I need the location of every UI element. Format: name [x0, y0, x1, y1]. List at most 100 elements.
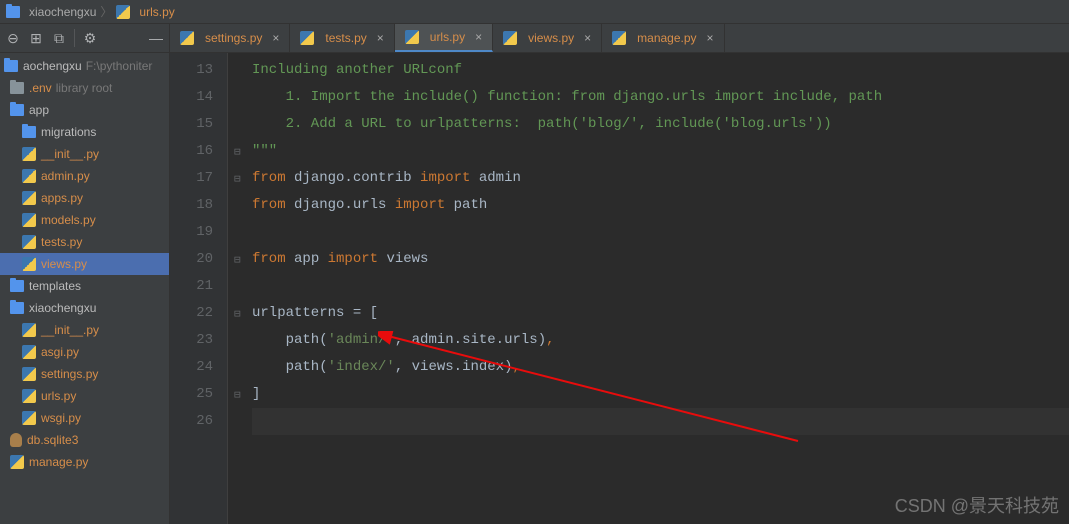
line-number: 16 — [174, 138, 213, 165]
fold-marker-icon[interactable]: ⊟ — [234, 167, 241, 194]
tree-item-db.sqlite3[interactable]: db.sqlite3 — [0, 429, 169, 451]
code-line-19[interactable] — [252, 219, 1069, 246]
python-file-icon — [22, 213, 36, 227]
code-line-20[interactable]: ⊟from app import views — [252, 246, 1069, 273]
fold-marker-icon[interactable]: ⊟ — [234, 248, 241, 275]
tree-item-wsgi.py[interactable]: wsgi.py — [0, 407, 169, 429]
python-file-icon — [10, 455, 24, 469]
hide-button[interactable]: — — [145, 27, 167, 49]
tab-tests.py[interactable]: tests.py × — [290, 24, 394, 52]
breadcrumb-file-label: urls.py — [139, 5, 174, 19]
tree-item-models.py[interactable]: models.py — [0, 209, 169, 231]
tree-item-manage.py[interactable]: manage.py — [0, 451, 169, 473]
code-line-24[interactable]: path('index/', views.index), — [252, 354, 1069, 381]
tree-root[interactable]: aochengxu F:\pythoniter — [0, 55, 169, 77]
database-icon — [10, 433, 22, 447]
folder-icon — [6, 6, 20, 18]
line-number: 22 — [174, 300, 213, 327]
tab-label: tests.py — [325, 31, 366, 45]
code-line-21[interactable] — [252, 273, 1069, 300]
project-tree[interactable]: aochengxu F:\pythoniter .envlibrary root… — [0, 53, 169, 524]
python-file-icon — [300, 31, 314, 45]
python-file-icon — [22, 191, 36, 205]
line-number: 17 — [174, 165, 213, 192]
tree-item-label: asgi.py — [41, 345, 79, 359]
tab-manage.py[interactable]: manage.py × — [602, 24, 724, 52]
tree-item-label: db.sqlite3 — [27, 433, 78, 447]
tree-item-apps.py[interactable]: apps.py — [0, 187, 169, 209]
tab-urls.py[interactable]: urls.py × — [395, 24, 493, 52]
python-file-icon — [22, 389, 36, 403]
line-number: 23 — [174, 327, 213, 354]
tab-label: manage.py — [637, 31, 696, 45]
python-file-icon — [22, 411, 36, 425]
close-icon[interactable]: × — [475, 30, 482, 44]
tree-item-admin.py[interactable]: admin.py — [0, 165, 169, 187]
tree-item-views.py[interactable]: views.py — [0, 253, 169, 275]
tree-item-label: templates — [29, 279, 81, 293]
python-file-icon — [22, 323, 36, 337]
python-file-icon — [22, 235, 36, 249]
line-number: 25 — [174, 381, 213, 408]
tree-item-label: models.py — [41, 213, 96, 227]
collapse-icon: ⊖ — [7, 30, 19, 47]
tree-item-label: views.py — [41, 257, 87, 271]
tree-item-urls.py[interactable]: urls.py — [0, 385, 169, 407]
tree-root-name: aochengxu — [23, 59, 82, 73]
select-opened-button[interactable]: ⧉ — [48, 27, 70, 49]
breadcrumb-folder-label: xiaochengxu — [29, 5, 96, 19]
code-editor[interactable]: 1314151617181920212223242526 Including a… — [170, 53, 1069, 524]
show-modules-icon: ⊞ — [30, 30, 42, 47]
code-line-22[interactable]: ⊟urlpatterns = [ — [252, 300, 1069, 327]
tree-item-migrations[interactable]: migrations — [0, 121, 169, 143]
tree-item-label: .env — [29, 81, 52, 95]
tree-item-label: wsgi.py — [41, 411, 81, 425]
tab-views.py[interactable]: views.py× — [493, 24, 602, 52]
code-line-18[interactable]: from django.urls import path — [252, 192, 1069, 219]
close-icon[interactable]: × — [272, 31, 279, 45]
settings-button[interactable]: ⚙ — [79, 27, 101, 49]
code-line-23[interactable]: path('admin/', admin.site.urls), — [252, 327, 1069, 354]
close-icon[interactable]: × — [707, 31, 714, 45]
tab-settings.py[interactable]: settings.py× — [170, 24, 290, 52]
python-file-icon — [22, 367, 36, 381]
collapse-all-button[interactable]: ⊖ — [2, 27, 24, 49]
code-line-25[interactable]: ⊟] — [252, 381, 1069, 408]
code-line-15[interactable]: 2. Add a URL to urlpatterns: path('blog/… — [252, 111, 1069, 138]
editor-tabs: settings.py×tests.py×urls.py×views.py×ma… — [170, 24, 1069, 53]
fold-marker-icon[interactable]: ⊟ — [234, 140, 241, 167]
tree-item-xiaochengxu[interactable]: xiaochengxu — [0, 297, 169, 319]
folder-icon — [10, 82, 24, 94]
code-content[interactable]: Including another URLconf 1. Import the … — [228, 53, 1069, 524]
tree-item-.env[interactable]: .envlibrary root — [0, 77, 169, 99]
project-toolbar: ⊖ ⊞ ⧉ ⚙ — — [0, 24, 169, 53]
line-number: 24 — [174, 354, 213, 381]
code-line-16[interactable]: ⊟""" — [252, 138, 1069, 165]
python-file-icon — [116, 5, 130, 19]
code-line-26[interactable] — [252, 408, 1069, 435]
tree-item-asgi.py[interactable]: asgi.py — [0, 341, 169, 363]
tree-item-__init__.py[interactable]: __init__.py — [0, 143, 169, 165]
tree-item-label: admin.py — [41, 169, 90, 183]
tree-item-__init__.py[interactable]: __init__.py — [0, 319, 169, 341]
code-line-17[interactable]: ⊟from django.contrib import admin — [252, 165, 1069, 192]
breadcrumb-folder[interactable]: xiaochengxu — [6, 5, 96, 19]
show-modules-button[interactable]: ⊞ — [25, 27, 47, 49]
breadcrumb-file[interactable]: urls.py — [116, 5, 174, 19]
python-file-icon — [22, 345, 36, 359]
tree-item-templates[interactable]: templates — [0, 275, 169, 297]
tree-item-app[interactable]: app — [0, 99, 169, 121]
tree-item-settings.py[interactable]: settings.py — [0, 363, 169, 385]
line-number: 26 — [174, 408, 213, 435]
fold-marker-icon[interactable]: ⊟ — [234, 383, 241, 410]
python-file-icon — [22, 257, 36, 271]
close-icon[interactable]: × — [584, 31, 591, 45]
code-line-13[interactable]: Including another URLconf — [252, 57, 1069, 84]
code-line-14[interactable]: 1. Import the include() function: from d… — [252, 84, 1069, 111]
close-icon[interactable]: × — [377, 31, 384, 45]
tab-label: urls.py — [430, 30, 465, 44]
line-number: 21 — [174, 273, 213, 300]
fold-marker-icon[interactable]: ⊟ — [234, 302, 241, 329]
line-number: 14 — [174, 84, 213, 111]
tree-item-tests.py[interactable]: tests.py — [0, 231, 169, 253]
